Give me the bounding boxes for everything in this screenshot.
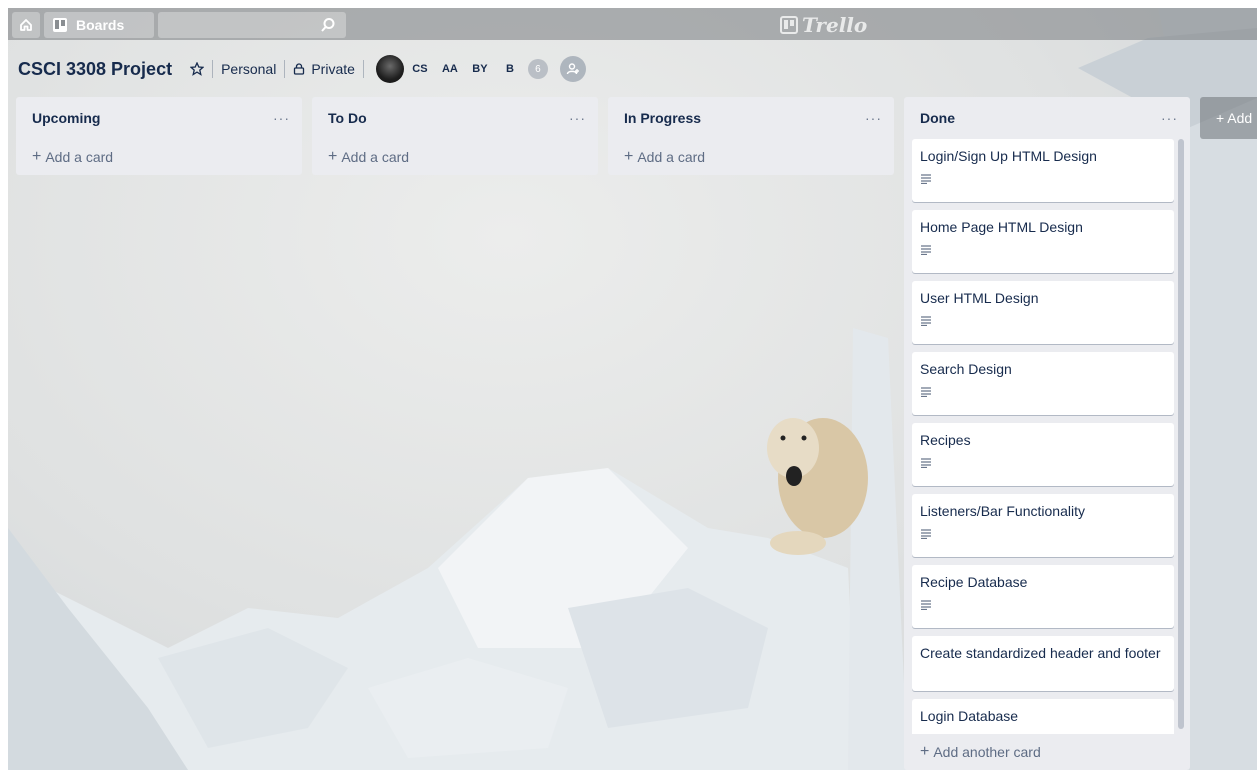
- header-divider: [284, 60, 286, 78]
- lock-icon: [294, 63, 305, 75]
- board-title[interactable]: CSCI 3308 Project: [18, 59, 172, 80]
- trello-logo[interactable]: Trello: [780, 13, 868, 37]
- search-input[interactable]: [158, 12, 346, 38]
- card-title: Recipe Database: [920, 574, 1028, 590]
- description-icon: [921, 600, 931, 610]
- card[interactable]: Recipe Database: [912, 565, 1174, 628]
- add-card-button[interactable]: + Add a card: [312, 139, 598, 175]
- list-title[interactable]: In Progress: [624, 110, 701, 126]
- member-avatar[interactable]: B: [496, 55, 524, 83]
- plus-icon: +: [920, 743, 930, 760]
- top-nav-bar: Boards Trello: [8, 8, 1257, 40]
- description-icon: [921, 529, 931, 539]
- add-member-icon: [566, 63, 579, 75]
- add-card-button[interactable]: + Add a card: [608, 139, 894, 175]
- list-header: To Do ···: [312, 97, 598, 139]
- add-card-label: Add a card: [45, 149, 114, 165]
- list-upcoming: Upcoming ··· + Add a card: [16, 97, 302, 175]
- card[interactable]: User HTML Design: [912, 281, 1174, 344]
- list-in-progress: In Progress ··· + Add a card: [608, 97, 894, 175]
- add-card-label: Add a card: [341, 149, 410, 165]
- list-menu-icon[interactable]: ···: [865, 110, 882, 126]
- list-header: Done ···: [904, 97, 1190, 139]
- card-title: Search Design: [920, 361, 1012, 377]
- card[interactable]: Search Design: [912, 352, 1174, 415]
- boards-button[interactable]: Boards: [44, 12, 154, 38]
- list-header: Upcoming ···: [16, 97, 302, 139]
- home-icon: [20, 19, 32, 31]
- card-list: Login/Sign Up HTML Design Home Page HTML…: [904, 139, 1190, 734]
- add-card-button[interactable]: + Add another card: [904, 734, 1190, 770]
- card-title: Recipes: [920, 432, 971, 448]
- invite-button[interactable]: [559, 56, 586, 82]
- description-icon: [921, 458, 931, 468]
- member-avatar[interactable]: CS: [406, 55, 434, 83]
- description-icon: [921, 174, 931, 184]
- list-done: Done ··· Login/Sign Up HTML Design Home …: [904, 97, 1190, 770]
- add-card-label: Add another card: [933, 744, 1041, 760]
- logo-text: Trello: [802, 13, 868, 37]
- list-menu-icon[interactable]: ···: [1161, 110, 1178, 126]
- add-card-button[interactable]: + Add a card: [16, 139, 302, 175]
- card-title: Listeners/Bar Functionality: [920, 503, 1085, 519]
- description-icon: [921, 387, 931, 397]
- member-avatar[interactable]: BY: [466, 55, 494, 83]
- add-list-label: + Add: [1216, 110, 1253, 126]
- list-title[interactable]: Upcoming: [32, 110, 100, 126]
- list-scrollbar[interactable]: [1178, 139, 1184, 729]
- plus-icon: +: [624, 148, 634, 165]
- member-avatar-photo[interactable]: [375, 55, 404, 83]
- add-list-button[interactable]: + Add: [1200, 97, 1257, 139]
- plus-icon: +: [328, 148, 338, 165]
- member-avatar[interactable]: AA: [436, 55, 464, 83]
- board-header: CSCI 3308 Project Personal Private CS AA…: [8, 50, 708, 88]
- visibility-button[interactable]: Private: [293, 61, 355, 77]
- list-to-do: To Do ··· + Add a card: [312, 97, 598, 175]
- home-button[interactable]: [12, 12, 40, 38]
- card-title: Login Database: [920, 708, 1019, 724]
- card-title: Create standardized header and footer: [920, 645, 1161, 661]
- card[interactable]: Login/Sign Up HTML Design: [912, 139, 1174, 202]
- trello-logo-icon: [780, 16, 798, 34]
- header-divider: [212, 60, 214, 78]
- list-title[interactable]: To Do: [328, 110, 367, 126]
- card[interactable]: Create standardized header and footer: [912, 636, 1174, 691]
- star-icon[interactable]: [190, 62, 205, 76]
- card-title: Login/Sign Up HTML Design: [920, 148, 1097, 164]
- boards-label: Boards: [76, 17, 125, 33]
- boards-icon: [53, 18, 67, 32]
- description-icon: [921, 316, 931, 326]
- member-count-badge[interactable]: 6: [527, 59, 548, 79]
- visibility-label: Private: [311, 61, 355, 77]
- card-title: Home Page HTML Design: [920, 219, 1083, 235]
- list-menu-icon[interactable]: ···: [569, 110, 586, 126]
- list-title[interactable]: Done: [920, 110, 955, 126]
- card[interactable]: Recipes: [912, 423, 1174, 486]
- add-card-label: Add a card: [637, 149, 706, 165]
- team-button[interactable]: Personal: [221, 61, 276, 77]
- card[interactable]: Listeners/Bar Functionality: [912, 494, 1174, 557]
- description-icon: [921, 245, 931, 255]
- plus-icon: +: [32, 148, 42, 165]
- card-title: User HTML Design: [920, 290, 1039, 306]
- list-header: In Progress ···: [608, 97, 894, 139]
- search-icon: [321, 18, 335, 32]
- card[interactable]: Home Page HTML Design: [912, 210, 1174, 273]
- card[interactable]: Login Database: [912, 699, 1174, 734]
- list-menu-icon[interactable]: ···: [273, 110, 290, 126]
- header-divider: [362, 60, 364, 78]
